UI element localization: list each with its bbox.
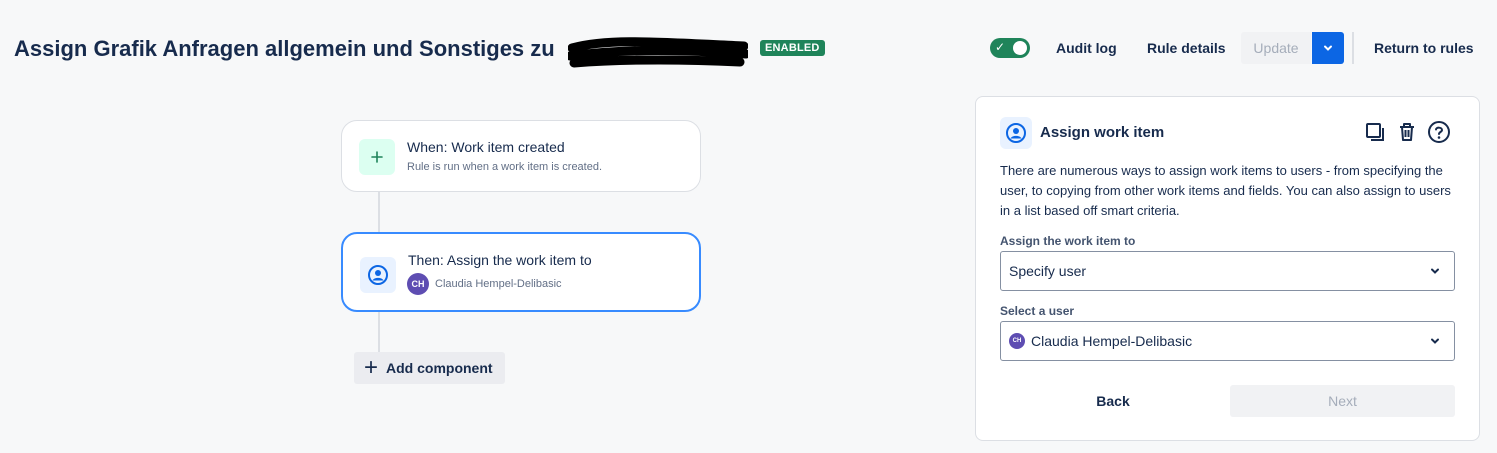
- chevron-down-icon: [1431, 268, 1439, 274]
- trash-icon[interactable]: [1394, 119, 1420, 145]
- panel-description: There are numerous ways to assign work i…: [1000, 163, 1451, 218]
- divider: [1352, 32, 1354, 64]
- chevron-down-icon: [1431, 338, 1439, 344]
- check-icon: ✓: [995, 40, 1006, 54]
- action-card[interactable]: Then: Assign the work item to CH Claudia…: [341, 232, 701, 312]
- help-icon[interactable]: [1426, 119, 1452, 145]
- user-select[interactable]: CH Claudia Hempel-Delibasic: [1000, 321, 1455, 361]
- audit-log-button[interactable]: Audit log: [1050, 32, 1123, 64]
- update-button[interactable]: Update: [1241, 32, 1311, 64]
- back-button[interactable]: Back: [1000, 385, 1226, 417]
- chevron-down-icon: [1324, 45, 1332, 51]
- user-circle-icon: [360, 257, 396, 293]
- copy-icon[interactable]: [1362, 119, 1388, 145]
- action-user-name: Claudia Hempel-Delibasic: [435, 278, 562, 290]
- assign-type-value: Specify user: [1009, 263, 1087, 279]
- add-component-label: Add component: [386, 360, 493, 376]
- action-title: Then: Assign the work item to: [408, 252, 592, 268]
- status-badge: ENABLED: [760, 40, 825, 56]
- panel-title: Assign work item: [1040, 124, 1165, 141]
- update-dropdown-button[interactable]: [1312, 32, 1344, 64]
- return-to-rules-button[interactable]: Return to rules: [1368, 32, 1480, 64]
- trigger-title: When: Work item created: [407, 139, 565, 155]
- avatar: CH: [1009, 333, 1025, 349]
- add-component-button[interactable]: + Add component: [354, 352, 505, 384]
- page-title: Assign Grafik Anfragen allgemein und Son…: [14, 36, 555, 61]
- assign-field-label: Assign the work item to: [1000, 234, 1136, 248]
- rule-enabled-toggle[interactable]: ✓: [990, 38, 1030, 58]
- avatar: CH: [407, 273, 429, 295]
- action-user: CH Claudia Hempel-Delibasic: [407, 273, 562, 295]
- flow-connector: [378, 312, 380, 352]
- trigger-subtitle: Rule is run when a work item is created.: [407, 161, 603, 173]
- redaction-scribble: [568, 37, 748, 68]
- trigger-card[interactable]: When: Work item created Rule is run when…: [341, 120, 701, 192]
- rule-details-button[interactable]: Rule details: [1141, 32, 1232, 64]
- user-circle-icon: [1000, 117, 1032, 149]
- plus-icon: [359, 139, 395, 175]
- user-field-label: Select a user: [1000, 304, 1075, 318]
- assign-type-select[interactable]: Specify user: [1000, 251, 1455, 291]
- toggle-knob: [1013, 41, 1027, 55]
- flow-connector: [378, 191, 380, 233]
- component-config-panel: Assign work item There are numerous ways…: [975, 96, 1480, 441]
- user-select-value: Claudia Hempel-Delibasic: [1031, 333, 1193, 349]
- next-button[interactable]: Next: [1230, 385, 1455, 417]
- plus-icon: +: [364, 354, 379, 381]
